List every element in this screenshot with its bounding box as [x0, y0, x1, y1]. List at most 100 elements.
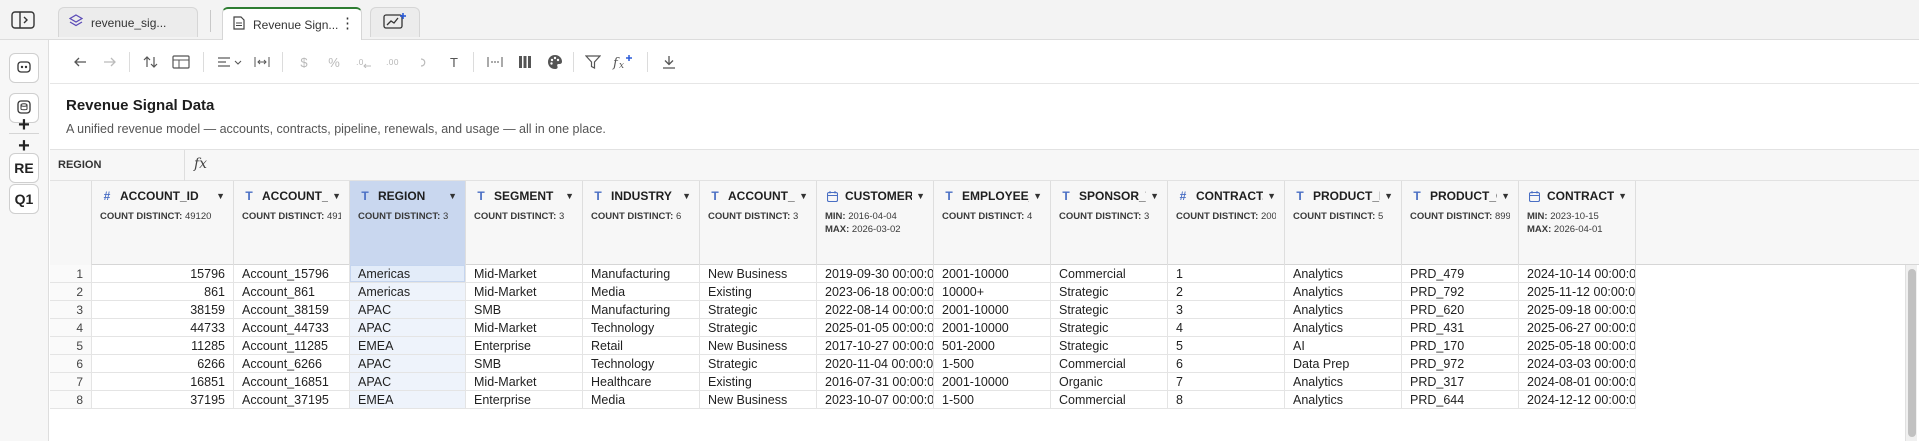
table-cell[interactable]: 37195	[92, 391, 234, 409]
row-number[interactable]: 4	[50, 319, 92, 337]
table-cell[interactable]: 2001-10000	[934, 319, 1051, 337]
table-cell[interactable]: Analytics	[1285, 283, 1402, 301]
table-cell[interactable]: 2024-08-01 00:00:00	[1519, 373, 1636, 391]
table-cell[interactable]: EMEA	[350, 391, 466, 409]
table-cell[interactable]: Account_861	[234, 283, 350, 301]
decrease-decimal-icon[interactable]: .0	[354, 52, 374, 72]
table-cell[interactable]: 2017-10-27 00:00:00	[817, 337, 934, 355]
table-cell[interactable]: Commercial	[1051, 265, 1168, 283]
row-number[interactable]: 1	[50, 265, 92, 283]
column-menu-caret-icon[interactable]: ▼	[1150, 191, 1159, 201]
row-number[interactable]: 6	[50, 355, 92, 373]
column-menu-caret-icon[interactable]: ▼	[799, 191, 808, 201]
add-icon[interactable]: +	[15, 114, 33, 136]
table-cell[interactable]: Account_6266	[234, 355, 350, 373]
table-cell[interactable]: 2019-09-30 00:00:00	[817, 265, 934, 283]
column-spacing-icon[interactable]	[485, 52, 505, 72]
table-cell[interactable]: Americas	[350, 265, 466, 283]
table-cell[interactable]: Mid-Market	[466, 283, 583, 301]
text-format-icon[interactable]: T	[444, 52, 464, 72]
table-cell[interactable]: 7	[1168, 373, 1285, 391]
table-cell[interactable]: PRD_792	[1402, 283, 1519, 301]
table-cell[interactable]: PRD_479	[1402, 265, 1519, 283]
table-cell[interactable]: Account_16851	[234, 373, 350, 391]
table-cell[interactable]: 2024-03-03 00:00:00	[1519, 355, 1636, 373]
table-cell[interactable]: New Business	[700, 337, 817, 355]
column-header[interactable]: # ACCOUNT_ID ▼ COUNT DISTINCT: 49120	[92, 181, 234, 265]
table-cell[interactable]: Enterprise	[466, 391, 583, 409]
table-cell[interactable]: Americas	[350, 283, 466, 301]
table-cell[interactable]: Strategic	[1051, 319, 1168, 337]
table-cell[interactable]: New Business	[700, 265, 817, 283]
table-cell[interactable]: EMEA	[350, 337, 466, 355]
redo-icon[interactable]	[100, 52, 120, 72]
table-cell[interactable]: 2	[1168, 283, 1285, 301]
table-cell[interactable]: Commercial	[1051, 391, 1168, 409]
column-menu-caret-icon[interactable]: ▼	[682, 191, 691, 201]
vertical-scrollbar[interactable]	[1905, 265, 1917, 441]
table-cell[interactable]: 2025-01-05 00:00:00	[817, 319, 934, 337]
table-cell[interactable]: Manufacturing	[583, 265, 700, 283]
sidebar-toggle-icon[interactable]	[10, 9, 36, 31]
table-cell[interactable]: 2025-05-18 00:00:00	[1519, 337, 1636, 355]
table-cell[interactable]: Media	[583, 283, 700, 301]
table-cell[interactable]: Enterprise	[466, 337, 583, 355]
column-header[interactable]: T REGION ▼ COUNT DISTINCT: 3	[350, 181, 466, 265]
column-header[interactable]: T ACCOUNT_... ▼ COUNT DISTINCT: 3	[700, 181, 817, 265]
table-cell[interactable]: Analytics	[1285, 319, 1402, 337]
table-cell[interactable]: Mid-Market	[466, 373, 583, 391]
table-cell[interactable]: 2024-12-12 00:00:00	[1519, 391, 1636, 409]
column-header[interactable]: # CONTRACT... ▼ COUNT DISTINCT: 200000	[1168, 181, 1285, 265]
table-cell[interactable]: 2020-11-04 00:00:00	[817, 355, 934, 373]
column-header[interactable]: T SEGMENT ▼ COUNT DISTINCT: 3	[466, 181, 583, 265]
table-cell[interactable]: 2023-06-18 00:00:00	[817, 283, 934, 301]
table-cell[interactable]: 2025-11-12 00:00:00	[1519, 283, 1636, 301]
table-cell[interactable]: APAC	[350, 319, 466, 337]
table-cell[interactable]: 2025-06-27 00:00:00	[1519, 319, 1636, 337]
tab-revenue-signal-data[interactable]: Revenue Sign... ⋮	[222, 7, 362, 40]
table-cell[interactable]: 2024-10-14 00:00:00	[1519, 265, 1636, 283]
sort-icon[interactable]	[141, 52, 161, 72]
table-cell[interactable]: Mid-Market	[466, 319, 583, 337]
table-cell[interactable]: Technology	[583, 319, 700, 337]
table-cell[interactable]: 2022-08-14 00:00:00	[817, 301, 934, 319]
align-dropdown-icon[interactable]	[216, 52, 244, 72]
column-header[interactable]: T SPONSOR_T... ▼ COUNT DISTINCT: 3	[1051, 181, 1168, 265]
rail-button-q1[interactable]: Q1	[9, 184, 39, 214]
column-width-icon[interactable]	[252, 52, 272, 72]
table-cell[interactable]: PRD_644	[1402, 391, 1519, 409]
table-cell[interactable]: 16851	[92, 373, 234, 391]
tab-revenue-signal-source[interactable]: revenue_sig...	[58, 7, 198, 37]
column-menu-caret-icon[interactable]: ▼	[448, 191, 457, 201]
row-number[interactable]: 8	[50, 391, 92, 409]
table-cell[interactable]: 861	[92, 283, 234, 301]
table-cell[interactable]: Analytics	[1285, 265, 1402, 283]
column-menu-caret-icon[interactable]: ▼	[332, 191, 341, 201]
currency-icon[interactable]: $	[294, 52, 314, 72]
table-cell[interactable]: SMB	[466, 301, 583, 319]
table-cell[interactable]: 15796	[92, 265, 234, 283]
table-cell[interactable]: 4	[1168, 319, 1285, 337]
column-menu-caret-icon[interactable]: ▼	[216, 191, 225, 201]
table-cell[interactable]: Commercial	[1051, 355, 1168, 373]
table-cell[interactable]: 501-2000	[934, 337, 1051, 355]
column-header[interactable]: CONTRACT_...▼MIN: 2023-10-15MAX: 2026-04…	[1519, 181, 1636, 265]
table-cell[interactable]: 1-500	[934, 391, 1051, 409]
columns-icon[interactable]	[515, 52, 535, 72]
table-cell[interactable]: Existing	[700, 373, 817, 391]
table-cell[interactable]: Analytics	[1285, 373, 1402, 391]
table-cell[interactable]: 1-500	[934, 355, 1051, 373]
table-cell[interactable]: Analytics	[1285, 391, 1402, 409]
table-cell[interactable]: PRD_972	[1402, 355, 1519, 373]
table-cell[interactable]: PRD_620	[1402, 301, 1519, 319]
table-cell[interactable]: PRD_431	[1402, 319, 1519, 337]
table-cell[interactable]: Account_37195	[234, 391, 350, 409]
table-cell[interactable]: PRD_317	[1402, 373, 1519, 391]
table-cell[interactable]: 1	[1168, 265, 1285, 283]
table-cell[interactable]: Strategic	[1051, 283, 1168, 301]
table-cell[interactable]: 2023-10-07 00:00:00	[817, 391, 934, 409]
table-cell[interactable]: Manufacturing	[583, 301, 700, 319]
table-cell[interactable]: Analytics	[1285, 301, 1402, 319]
undo-icon[interactable]	[70, 52, 90, 72]
cell-reference[interactable]: REGION	[58, 159, 101, 171]
